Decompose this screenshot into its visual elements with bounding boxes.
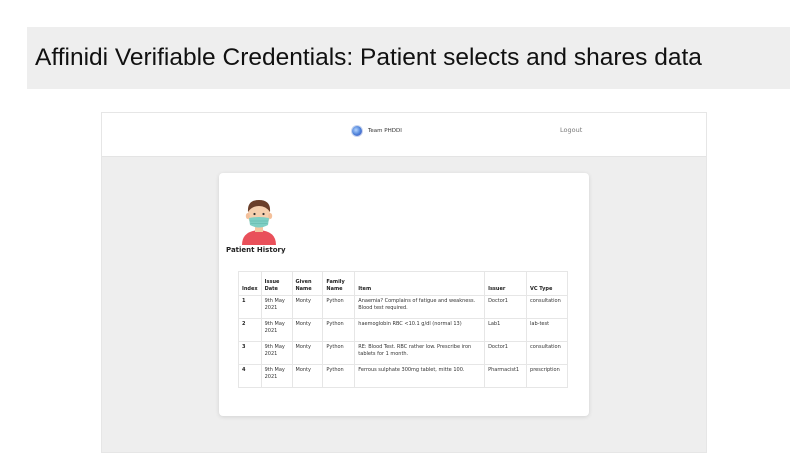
cell-issue-date: 9th May 2021 bbox=[260, 364, 293, 388]
cell-family-name: Python bbox=[322, 341, 356, 365]
cell-given-name: Monty bbox=[291, 364, 324, 388]
cell-issue-date: 9th May 2021 bbox=[260, 318, 293, 342]
column-header-vc-type: VC Type bbox=[526, 271, 568, 296]
logout-link[interactable]: Logout bbox=[560, 126, 582, 134]
cell-index: 4 bbox=[238, 364, 262, 388]
cell-vc-type: prescription bbox=[526, 364, 568, 388]
cell-issue-date: 9th May 2021 bbox=[260, 295, 293, 319]
cell-index: 1 bbox=[238, 295, 262, 319]
cell-family-name: Python bbox=[322, 364, 356, 388]
page-title: Patient History bbox=[226, 246, 286, 254]
table-row[interactable]: 3 9th May 2021 Monty Python RE: Blood Te… bbox=[238, 341, 568, 365]
patient-avatar-icon bbox=[242, 200, 276, 245]
cell-given-name: Monty bbox=[291, 341, 324, 365]
column-header-family-name: Family Name bbox=[322, 271, 356, 296]
column-header-issue-date: Issue Date bbox=[260, 271, 293, 296]
cell-item: Anaemia? Complains of fatigue and weakne… bbox=[354, 295, 486, 319]
table-row[interactable]: 1 9th May 2021 Monty Python Anaemia? Com… bbox=[238, 295, 568, 319]
column-header-given-name: Given Name bbox=[291, 271, 324, 296]
table-row[interactable]: 4 9th May 2021 Monty Python Ferrous sulp… bbox=[238, 364, 568, 388]
globe-logo-icon bbox=[352, 126, 362, 136]
cell-item: haemoglobin RBC <10.1 g/dl (normal 13) bbox=[354, 318, 486, 342]
cell-issue-date: 9th May 2021 bbox=[260, 341, 293, 365]
app-window: Team PHDDI Logout Patient History Index … bbox=[101, 112, 707, 453]
cell-index: 3 bbox=[238, 341, 262, 365]
column-header-index: Index bbox=[238, 271, 262, 296]
cell-family-name: Python bbox=[322, 318, 356, 342]
cell-issuer: Doctor1 bbox=[484, 341, 528, 365]
cell-given-name: Monty bbox=[291, 295, 324, 319]
patient-history-card: Patient History Index Issue Date Given N… bbox=[219, 173, 589, 416]
column-header-item: Item bbox=[354, 271, 486, 296]
cell-item: Ferrous sulphate 300mg tablet, mitte 100… bbox=[354, 364, 486, 388]
slide-title: Affinidi Verifiable Credentials: Patient… bbox=[35, 44, 702, 71]
cell-vc-type: lab-test bbox=[526, 318, 568, 342]
table-row[interactable]: 2 9th May 2021 Monty Python haemoglobin … bbox=[238, 318, 568, 342]
cell-issuer: Doctor1 bbox=[484, 295, 528, 319]
cell-item: RE: Blood Test. RBC rather low. Prescrib… bbox=[354, 341, 486, 365]
cell-family-name: Python bbox=[322, 295, 356, 319]
cell-vc-type: consultation bbox=[526, 295, 568, 319]
cell-issuer: Pharmacist1 bbox=[484, 364, 528, 388]
brand[interactable]: Team PHDDI bbox=[352, 126, 402, 136]
table-header-row: Index Issue Date Given Name Family Name … bbox=[238, 271, 568, 296]
column-header-issuer: Issuer bbox=[484, 271, 528, 296]
cell-index: 2 bbox=[238, 318, 262, 342]
slide-banner: Affinidi Verifiable Credentials: Patient… bbox=[27, 27, 790, 89]
brand-name: Team PHDDI bbox=[368, 128, 402, 134]
top-navbar: Team PHDDI Logout bbox=[102, 113, 706, 157]
cell-given-name: Monty bbox=[291, 318, 324, 342]
patient-history-table: Index Issue Date Given Name Family Name … bbox=[238, 271, 568, 388]
cell-vc-type: consultation bbox=[526, 341, 568, 365]
cell-issuer: Lab1 bbox=[484, 318, 528, 342]
